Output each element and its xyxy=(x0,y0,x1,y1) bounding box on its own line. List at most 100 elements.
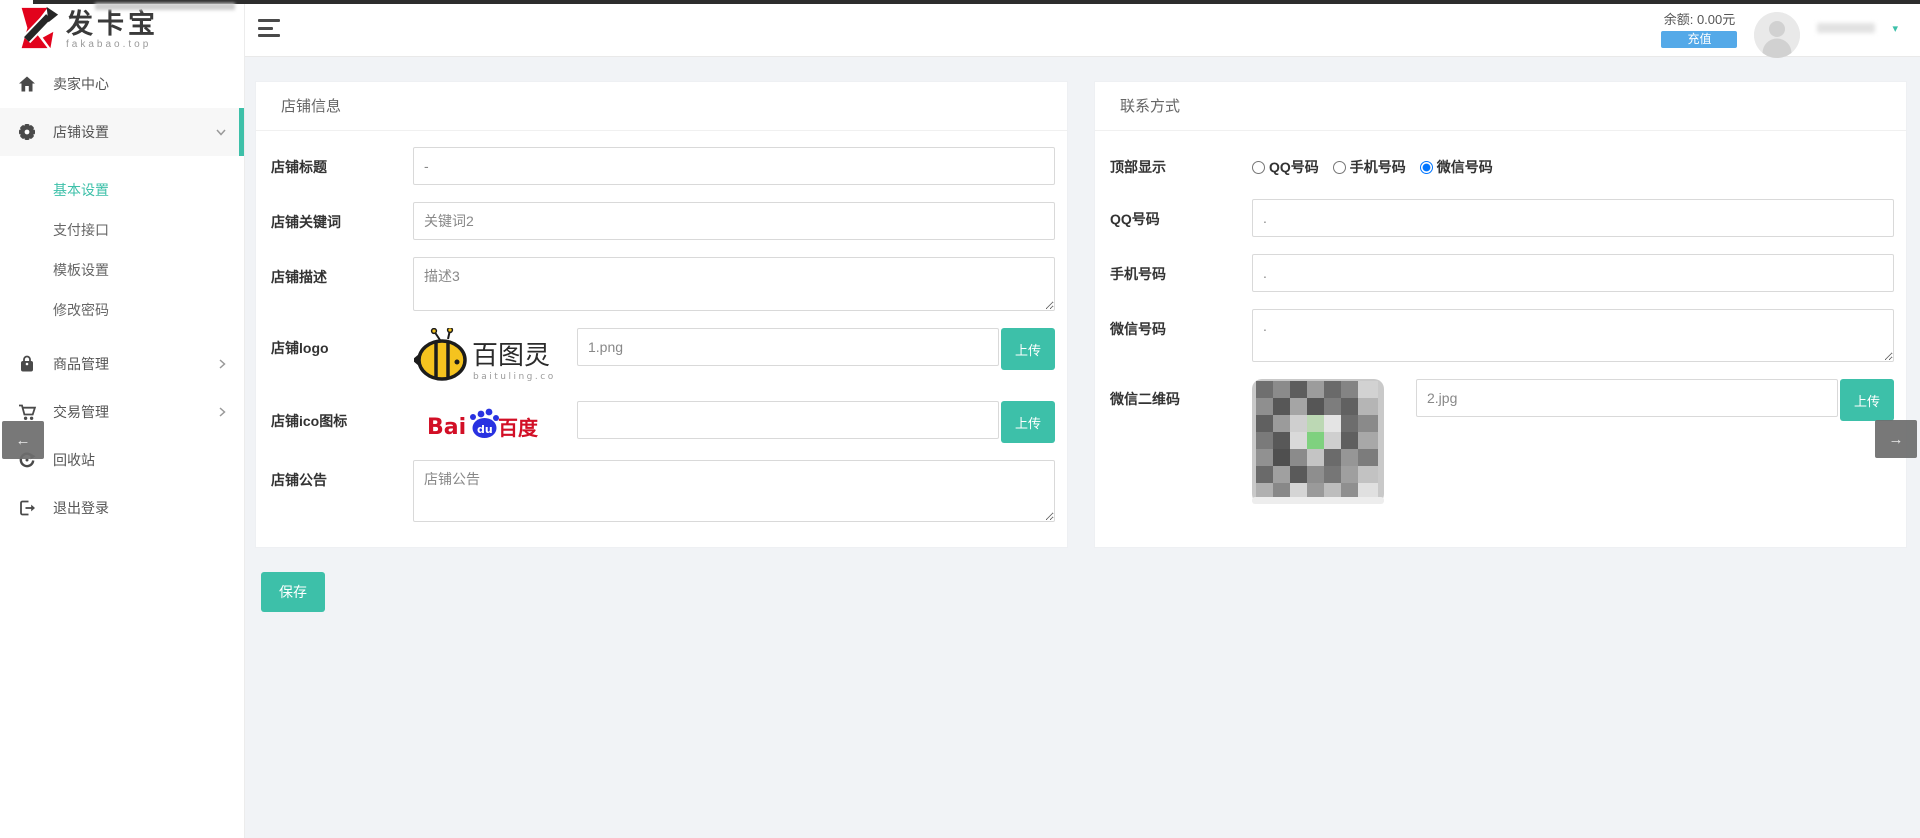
shop-notice-row: 店铺公告 店铺公告 xyxy=(268,460,1055,522)
radio-wechat[interactable] xyxy=(1420,161,1433,174)
radio-wechat-label: 微信号码 xyxy=(1437,157,1493,177)
arrow-left-icon: ← xyxy=(16,432,31,449)
sidebar-item-payment-api[interactable]: 支付接口 xyxy=(0,210,244,250)
sidebar-item-basic-settings[interactable]: 基本设置 xyxy=(0,170,244,210)
shop-title-input[interactable] xyxy=(413,147,1055,185)
baidu-latin-text: Bai xyxy=(427,415,466,440)
phone-number-row: 手机号码 xyxy=(1107,254,1894,292)
shop-title-row: 店铺标题 xyxy=(268,147,1055,185)
shop-description-textarea[interactable]: 描述3 xyxy=(413,257,1055,311)
shop-ico-preview: Bai du 百度 xyxy=(413,401,555,443)
sidebar-item-change-password[interactable]: 修改密码 xyxy=(0,290,244,330)
shop-logo-upload-button[interactable]: 上传 xyxy=(1001,328,1055,370)
shop-settings-submenu: 基本设置 支付接口 模板设置 修改密码 xyxy=(0,156,244,340)
balance-value: 0.00元 xyxy=(1697,12,1735,27)
home-icon xyxy=(16,75,38,93)
topbar: 余额: 0.00元 充值 ▾ xyxy=(245,0,1920,57)
shop-info-title: 店铺信息 xyxy=(256,82,1067,131)
shop-logo-label: 店铺logo xyxy=(268,328,413,358)
baidu-du-text: du xyxy=(477,423,493,436)
sidebar-item-label: 店铺设置 xyxy=(53,122,216,142)
radio-option-phone[interactable]: 手机号码 xyxy=(1333,157,1406,177)
window-edge-artifact xyxy=(95,3,235,10)
top-display-row: 顶部显示 QQ号码 手机号码 微信号码 xyxy=(1107,147,1894,177)
contact-body: 顶部显示 QQ号码 手机号码 微信号码 xyxy=(1095,131,1906,509)
balance-label: 余额: xyxy=(1664,12,1694,27)
shop-ico-filename-input[interactable] xyxy=(577,401,999,439)
wechat-qrcode-upload-button[interactable]: 上传 xyxy=(1840,379,1894,421)
sidebar-item-shop-settings[interactable]: 店铺设置 xyxy=(0,108,244,156)
window-edge-strip xyxy=(33,0,1920,4)
shop-title-label: 店铺标题 xyxy=(268,147,413,177)
wechat-qrcode-row: 微信二维码 xyxy=(1107,379,1894,509)
shop-keywords-input[interactable] xyxy=(413,202,1055,240)
pager-prev-button[interactable]: ← xyxy=(2,421,44,459)
wechat-number-textarea[interactable]: . xyxy=(1252,309,1894,362)
sidebar-item-label: 退出登录 xyxy=(53,498,226,518)
wechat-qrcode-filename-input[interactable] xyxy=(1416,379,1838,417)
baidu-cn-text: 百度 xyxy=(498,416,539,440)
brand-text: 发卡宝 fakabao.top xyxy=(66,10,159,50)
radio-qq[interactable] xyxy=(1252,161,1265,174)
phone-number-label: 手机号码 xyxy=(1107,254,1252,284)
sidebar-item-seller-center[interactable]: 卖家中心 xyxy=(0,60,244,108)
contact-title: 联系方式 xyxy=(1095,82,1906,131)
radio-option-wechat[interactable]: 微信号码 xyxy=(1420,157,1493,177)
sidebar-item-template-settings[interactable]: 模板设置 xyxy=(0,250,244,290)
arrow-right-icon: → xyxy=(1889,431,1904,448)
baituling-domain: baituling.com xyxy=(473,372,554,382)
phone-number-input[interactable] xyxy=(1252,254,1894,292)
qq-number-label: QQ号码 xyxy=(1107,199,1252,229)
sidebar: 发卡宝 fakabao.top 卖家中心 店铺设置 基本设置 支付接口 xyxy=(0,0,245,838)
contact-panel: 联系方式 顶部显示 QQ号码 手机号码 微信号码 xyxy=(1094,81,1907,548)
avatar[interactable] xyxy=(1754,12,1800,58)
radio-qq-label: QQ号码 xyxy=(1269,157,1319,177)
shop-keywords-row: 店铺关键词 xyxy=(268,202,1055,240)
radio-phone-label: 手机号码 xyxy=(1350,157,1406,177)
sidebar-item-label: 卖家中心 xyxy=(53,74,226,94)
shop-ico-upload-button[interactable]: 上传 xyxy=(1001,401,1055,443)
recharge-button[interactable]: 充值 xyxy=(1661,31,1737,48)
brand-logo-icon xyxy=(14,4,60,57)
user-menu-caret-icon[interactable]: ▾ xyxy=(1892,22,1898,35)
save-button[interactable]: 保存 xyxy=(261,572,325,612)
pager-next-button[interactable]: → xyxy=(1875,420,1917,458)
shop-logo-filename-input[interactable] xyxy=(577,328,999,366)
cart-icon xyxy=(16,403,38,421)
wechat-number-label: 微信号码 xyxy=(1107,309,1252,339)
bag-icon xyxy=(16,355,38,373)
gear-icon xyxy=(16,123,38,141)
shop-keywords-label: 店铺关键词 xyxy=(268,202,413,232)
shop-ico-label: 店铺ico图标 xyxy=(268,401,413,431)
shop-description-row: 店铺描述 描述3 xyxy=(268,257,1055,311)
shop-logo-preview: 百图灵 baituling.com xyxy=(413,328,555,384)
radio-option-qq[interactable]: QQ号码 xyxy=(1252,157,1319,177)
baituling-text: 百图灵 xyxy=(472,341,550,371)
shop-notice-label: 店铺公告 xyxy=(268,460,413,490)
sidebar-item-product-management[interactable]: 商品管理 xyxy=(0,340,244,388)
shop-description-label: 店铺描述 xyxy=(268,257,413,287)
menu-toggle-icon[interactable] xyxy=(258,19,282,37)
qq-number-row: QQ号码 xyxy=(1107,199,1894,237)
sidebar-item-label: 回收站 xyxy=(53,450,226,470)
sidebar-item-logout[interactable]: 退出登录 xyxy=(0,484,244,532)
qq-number-input[interactable] xyxy=(1252,199,1894,237)
chevron-right-icon xyxy=(219,407,226,417)
chevron-right-icon xyxy=(219,359,226,369)
chevron-down-icon xyxy=(216,129,226,136)
radio-phone[interactable] xyxy=(1333,161,1346,174)
wechat-number-row: 微信号码 . xyxy=(1107,309,1894,362)
username-redacted xyxy=(1817,23,1875,33)
shop-info-panel: 店铺信息 店铺标题 店铺关键词 店铺描述 描述3 店铺logo xyxy=(255,81,1068,548)
brand-name: 发卡宝 xyxy=(66,10,159,38)
wechat-qrcode-image xyxy=(1252,379,1384,509)
balance-block: 余额: 0.00元 充值 xyxy=(1661,9,1737,48)
page: { "brand": { "name": "发卡宝", "domain": "f… xyxy=(0,0,1920,838)
balance-text: 余额: 0.00元 xyxy=(1661,9,1737,28)
shop-logo-row: 店铺logo 百图灵 baituling.com xyxy=(268,328,1055,384)
shop-notice-textarea[interactable]: 店铺公告 xyxy=(413,460,1055,522)
top-display-label: 顶部显示 xyxy=(1107,147,1252,177)
topbar-right: 余额: 0.00元 充值 ▾ xyxy=(1661,5,1898,51)
sidebar-item-label: 商品管理 xyxy=(53,354,219,374)
top-display-radio-group: QQ号码 手机号码 微信号码 xyxy=(1252,147,1493,177)
